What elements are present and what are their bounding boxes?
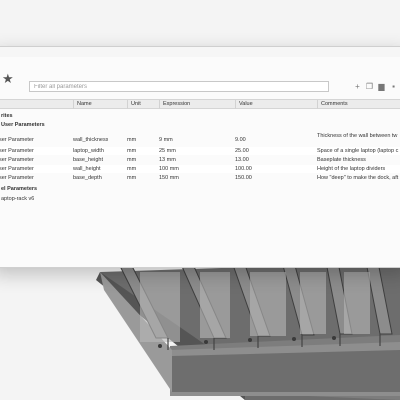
table-header: Name Unit Expression Value Comments: [0, 99, 400, 109]
row-value: 25.00: [235, 148, 249, 154]
row-name: laptop_width: [73, 148, 104, 154]
more-icon[interactable]: ▪: [389, 82, 398, 91]
column-header-expression[interactable]: Expression: [159, 100, 235, 109]
group-favorites[interactable]: rites: [0, 112, 400, 121]
row-unit: mm: [127, 148, 137, 154]
row-value: 150.00: [235, 175, 252, 181]
row-value: 100.00: [235, 166, 252, 172]
column-header-comments[interactable]: Comments: [317, 100, 400, 109]
row-comment[interactable]: Height of the laptop dividers: [317, 165, 400, 173]
table-row[interactable]: User Parameter wall_height mm 100 mm 100…: [0, 165, 400, 173]
row-expression[interactable]: 9 mm: [159, 134, 173, 146]
row-unit: mm: [127, 137, 137, 143]
table-row[interactable]: User Parameter laptop_width mm 25 mm 25.…: [0, 147, 400, 155]
row-type: User Parameter: [0, 175, 34, 181]
copy-icon[interactable]: ❐: [365, 82, 374, 91]
column-header-name[interactable]: Name: [73, 100, 127, 109]
row-unit: mm: [127, 157, 137, 163]
row-name: base_height: [73, 157, 103, 163]
row-unit: mm: [127, 175, 137, 181]
table-row[interactable]: User Parameter base_height mm 13 mm 13.0…: [0, 156, 400, 164]
row-type: User Parameter: [0, 137, 34, 143]
row-comment[interactable]: Thickness of the wall between tw: [317, 130, 400, 142]
column-header-unit[interactable]: Unit: [127, 100, 159, 109]
column-header-value[interactable]: Value: [235, 100, 317, 109]
dialog-titlebar[interactable]: [0, 47, 400, 57]
parameters-toolbar: ★ + ❐ ▆ ▪: [0, 67, 400, 93]
table-row[interactable]: User Parameter base_depth mm 150 mm 150.…: [0, 174, 400, 182]
row-comment[interactable]: How "deep" to make the dock, aft: [317, 174, 400, 182]
group-label: el Parameters: [1, 186, 38, 192]
parameters-dialog: ★ + ❐ ▆ ▪ Name Unit Expression Value Com…: [0, 46, 400, 268]
trash-icon[interactable]: ▆: [377, 82, 386, 91]
row-expression[interactable]: 100 mm: [159, 165, 179, 173]
row-name: wall_height: [73, 166, 101, 172]
row-unit: mm: [127, 166, 137, 172]
group-user-parameters[interactable]: User Parameters: [0, 121, 400, 130]
model-item-label: aptop-rack v6: [1, 196, 35, 202]
row-comment[interactable]: Space of a single laptop (laptop c: [317, 147, 400, 155]
row-expression[interactable]: 150 mm: [159, 174, 179, 182]
table-row[interactable]: User Parameter wall_thickness mm 9 mm 9.…: [0, 133, 400, 146]
group-model-parameters[interactable]: el Parameters: [0, 185, 400, 194]
row-value: 9.00: [235, 137, 246, 143]
row-value: 13.00: [235, 157, 249, 163]
row-type: User Parameter: [0, 157, 34, 163]
row-name: wall_thickness: [73, 137, 109, 143]
star-icon[interactable]: ★: [2, 72, 16, 86]
row-expression[interactable]: 13 mm: [159, 156, 176, 164]
row-type: User Parameter: [0, 148, 34, 154]
plus-icon[interactable]: +: [353, 82, 362, 91]
group-label: User Parameters: [1, 122, 45, 128]
model-item-row[interactable]: aptop-rack v6: [0, 195, 400, 203]
group-label: rites: [1, 113, 13, 119]
filter-input[interactable]: [29, 81, 329, 92]
column-header-type[interactable]: [0, 100, 73, 109]
row-expression[interactable]: 25 mm: [159, 147, 176, 155]
row-name: base_depth: [73, 175, 102, 181]
row-type: User Parameter: [0, 166, 34, 172]
row-comment[interactable]: Baseplate thickness: [317, 156, 400, 164]
